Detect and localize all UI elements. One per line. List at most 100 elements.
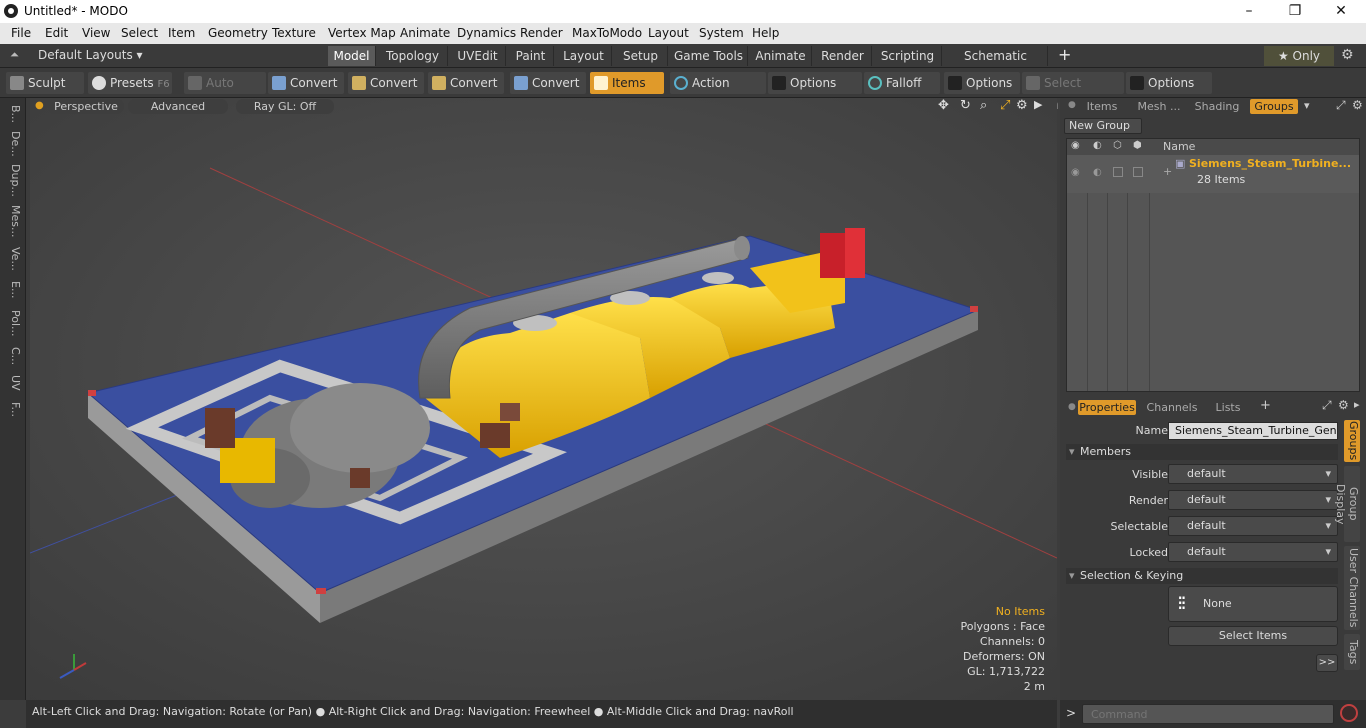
record-icon[interactable]	[1340, 704, 1358, 722]
gear-icon[interactable]: ⚙	[1341, 47, 1354, 63]
more-button[interactable]: >>	[1316, 654, 1338, 672]
left-tab-dup[interactable]: Dup...	[4, 162, 22, 198]
tab-topology[interactable]: Topology	[378, 46, 448, 66]
advanced-button[interactable]: Advanced	[128, 99, 228, 114]
select-icon[interactable]: ⬡	[1113, 140, 1122, 151]
menu-system[interactable]: System	[699, 26, 744, 40]
move-view-icon[interactable]: ✥	[938, 98, 949, 113]
members-section[interactable]: Members	[1066, 444, 1338, 460]
3d-viewport[interactable]: ● Perspective Advanced Ray GL: Off ✥ ↻ ⌕…	[30, 98, 1057, 700]
side-tab-group-display[interactable]: Group Display	[1334, 466, 1360, 542]
properties-gear-icon[interactable]: ⚙	[1338, 398, 1349, 412]
only-button[interactable]: ★ Only	[1264, 46, 1334, 66]
left-tab-f[interactable]: F...	[4, 398, 22, 422]
minimize-button[interactable]: –	[1226, 0, 1272, 23]
tab-groups[interactable]: Groups	[1250, 99, 1298, 114]
menu-select[interactable]: Select	[121, 26, 158, 40]
left-tab-mes[interactable]: Mes...	[4, 202, 22, 240]
groups-list[interactable]: ◉ ◐ ⬡ ⬢ Name ◉ ◐ + ▣ Siemens_Steam_Turbi…	[1066, 138, 1360, 392]
rotate-view-icon[interactable]: ↻	[960, 98, 971, 113]
row-render-icon[interactable]: ◐	[1093, 167, 1102, 178]
keying-none-button[interactable]: ⁝⁝ None	[1168, 586, 1338, 622]
collapse-icon[interactable]: ⏶	[10, 48, 19, 62]
visible-dropdown[interactable]: default	[1168, 464, 1338, 484]
left-tab-ve[interactable]: Ve...	[4, 244, 22, 274]
menu-vertex-map[interactable]: Vertex Map	[328, 26, 396, 40]
add-tab-button[interactable]: +	[1058, 45, 1071, 64]
falloff-button[interactable]: Falloff	[864, 72, 940, 94]
row-select-toggle[interactable]	[1113, 167, 1123, 177]
name-field[interactable]: Siemens_Steam_Turbine_Genera	[1168, 422, 1338, 440]
new-group-button[interactable]: New Group	[1064, 118, 1142, 134]
tab-setup[interactable]: Setup	[614, 46, 668, 66]
group-name[interactable]: Siemens_Steam_Turbine...	[1189, 157, 1351, 170]
menu-edit[interactable]: Edit	[45, 26, 68, 40]
tab-paint[interactable]: Paint	[508, 46, 554, 66]
tab-properties[interactable]: Properties	[1078, 400, 1136, 415]
menu-help[interactable]: Help	[752, 26, 779, 40]
tab-game-tools[interactable]: Game Tools	[670, 46, 748, 66]
left-tab-uv[interactable]: UV	[4, 372, 22, 394]
fit-view-icon[interactable]: ⤢	[1000, 98, 1010, 113]
convert-button-3[interactable]: Convert	[428, 72, 504, 94]
tab-animate[interactable]: Animate	[750, 46, 812, 66]
convert-button-4[interactable]: Convert	[510, 72, 586, 94]
menu-view[interactable]: View	[82, 26, 110, 40]
close-button[interactable]: ✕	[1318, 0, 1364, 23]
tab-lists[interactable]: Lists	[1210, 400, 1246, 415]
perspective-button[interactable]: Perspective	[48, 99, 124, 114]
zoom-view-icon[interactable]: ⌕	[980, 98, 987, 113]
raygl-button[interactable]: Ray GL: Off	[236, 99, 334, 114]
selection-keying-section[interactable]: Selection & Keying	[1066, 568, 1338, 584]
properties-menu-icon[interactable]: ▸	[1354, 398, 1360, 411]
side-tab-groups[interactable]: Groups	[1344, 420, 1360, 462]
eye-icon[interactable]: ◉	[1071, 140, 1080, 151]
menu-geometry[interactable]: Geometry	[208, 26, 268, 40]
options-button-3[interactable]: Options	[1126, 72, 1212, 94]
default-layouts-dropdown[interactable]: Default Layouts ▾	[38, 48, 143, 62]
expand-panel-icon[interactable]: ⤢	[1336, 98, 1346, 113]
items-mode-button[interactable]: Items	[590, 72, 664, 94]
expand-properties-icon[interactable]: ⤢	[1322, 398, 1332, 413]
menu-layout[interactable]: Layout	[648, 26, 689, 40]
selectable-dropdown[interactable]: default	[1168, 516, 1338, 536]
action-center-button[interactable]: Action Center	[670, 72, 766, 112]
left-tab-pol[interactable]: Pol...	[4, 306, 22, 340]
menu-dynamics[interactable]: Dynamics	[457, 26, 516, 40]
left-tab-de[interactable]: De...	[4, 130, 22, 158]
menu-animate[interactable]: Animate	[400, 26, 450, 40]
tab-items[interactable]: Items	[1084, 99, 1120, 114]
viewport-gear-icon[interactable]: ⚙	[1016, 98, 1028, 113]
presets-button[interactable]: Presets F6	[88, 72, 172, 94]
options-button-1[interactable]: Options	[768, 72, 862, 94]
tabs-dropdown-icon[interactable]: ▾	[1304, 99, 1310, 112]
select-items-button[interactable]: Select Items	[1168, 626, 1338, 646]
viewport-menu-arrow-icon[interactable]: ▶	[1034, 98, 1042, 111]
select-through-button[interactable]: Select Through	[1022, 72, 1124, 112]
row-lock-toggle[interactable]	[1133, 167, 1143, 177]
tab-render[interactable]: Render	[814, 46, 872, 66]
lock-icon[interactable]: ⬢	[1133, 140, 1142, 151]
name-column-header[interactable]: Name	[1163, 140, 1195, 153]
menu-texture[interactable]: Texture	[272, 26, 316, 40]
tab-model[interactable]: Model	[328, 46, 376, 66]
left-tab-c[interactable]: C...	[4, 344, 22, 368]
convert-button-2[interactable]: Convert	[348, 72, 424, 94]
side-tab-user-channels[interactable]: User Channels	[1344, 546, 1360, 630]
menu-render[interactable]: Render	[520, 26, 563, 40]
tab-scripting[interactable]: Scripting	[874, 46, 942, 66]
add-tab-icon[interactable]: +	[1260, 398, 1271, 413]
convert-button-1[interactable]: Convert	[268, 72, 344, 94]
menu-file[interactable]: File	[11, 26, 31, 40]
panel-gear-icon[interactable]: ⚙	[1352, 98, 1363, 112]
viewport-dot-icon[interactable]: ●	[35, 100, 44, 111]
left-tab-e[interactable]: E...	[4, 278, 22, 302]
auto-select-button[interactable]: Auto Select	[184, 72, 266, 112]
render-icon[interactable]: ◐	[1093, 140, 1102, 151]
left-tab-b[interactable]: B...	[4, 102, 22, 126]
menu-item[interactable]: Item	[168, 26, 195, 40]
render-dropdown[interactable]: default	[1168, 490, 1338, 510]
restore-button[interactable]: ❐	[1272, 0, 1318, 23]
command-input[interactable]	[1082, 704, 1334, 724]
row-eye-icon[interactable]: ◉	[1071, 167, 1080, 178]
